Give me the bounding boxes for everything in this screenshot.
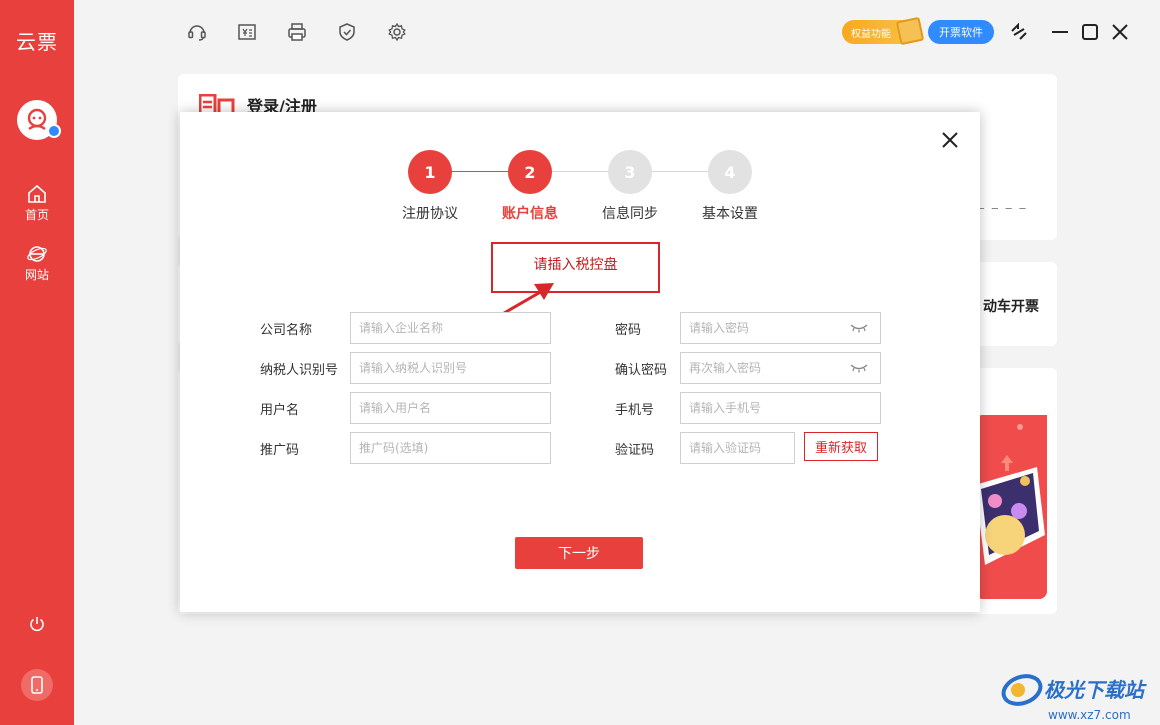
sidebar: 云票 首页 网站 xyxy=(0,0,74,725)
step-number: 4 xyxy=(708,150,752,194)
register-dialog: 1 注册协议 2 账户信息 3 信息同步 4 基本设置 请插入税控盘 公司名称 … xyxy=(180,112,980,612)
phone-input[interactable] xyxy=(680,392,881,424)
close-icon xyxy=(942,132,958,148)
app-brand: 云票 xyxy=(16,30,58,54)
password-visibility-toggle[interactable] xyxy=(849,321,869,335)
maximize-icon xyxy=(1082,24,1098,40)
mobile-button[interactable] xyxy=(0,669,74,701)
background-right-text: 动车开票 xyxy=(983,299,1039,315)
sidebar-item-label: 网站 xyxy=(24,268,49,282)
step-account-info: 2 账户信息 xyxy=(490,150,570,223)
step-label: 信息同步 xyxy=(602,206,658,222)
step-number: 2 xyxy=(508,150,552,194)
switch-badge-icon xyxy=(47,124,61,138)
background-dashes: _ _ _ _ xyxy=(978,195,1028,209)
promo-banner[interactable] xyxy=(975,415,1047,599)
confirm-visibility-toggle[interactable] xyxy=(849,361,869,375)
company-name-label: 公司名称 xyxy=(260,323,313,338)
step-info-sync: 3 信息同步 xyxy=(590,150,670,223)
promo-illustration xyxy=(975,415,1047,599)
switch-mode-button[interactable] xyxy=(1008,21,1030,43)
minimize-button[interactable] xyxy=(1049,21,1071,43)
eye-closed-icon xyxy=(850,324,868,333)
next-step-button[interactable]: 下一步 xyxy=(515,537,643,569)
security-button[interactable] xyxy=(336,21,358,43)
invoice-software-button[interactable]: 开票软件 xyxy=(928,20,994,44)
watermark: 极光下载站 www.xz7.com xyxy=(1000,668,1144,722)
promo-code-label: 推广码 xyxy=(260,443,300,458)
confirm-password-label: 确认密码 xyxy=(615,363,668,378)
sidebar-item-website[interactable]: 网站 xyxy=(0,244,74,283)
power-button[interactable] xyxy=(0,615,74,633)
avatar[interactable] xyxy=(17,100,61,140)
verify-code-label: 验证码 xyxy=(615,443,655,458)
gear-icon xyxy=(388,22,406,42)
invoice-button[interactable] xyxy=(236,21,258,43)
settings-button[interactable] xyxy=(386,21,408,43)
watermark-url: www.xz7.com xyxy=(1048,708,1131,722)
watermark-text: 极光下载站 xyxy=(1044,677,1144,702)
verify-code-input[interactable] xyxy=(680,432,795,464)
dialog-close-button[interactable] xyxy=(940,130,960,150)
step-basic-settings: 4 基本设置 xyxy=(690,150,770,223)
step-number: 1 xyxy=(408,150,452,194)
step-label: 账户信息 xyxy=(502,206,558,222)
step-label: 基本设置 xyxy=(702,206,758,222)
password-label: 密码 xyxy=(615,323,642,338)
window-close-button[interactable] xyxy=(1109,21,1131,43)
phone-label: 手机号 xyxy=(615,403,655,418)
step-label: 注册协议 xyxy=(402,206,458,222)
eye-closed-icon xyxy=(850,364,868,373)
invoice-icon xyxy=(238,24,256,40)
username-label: 用户名 xyxy=(260,403,300,418)
step-number: 3 xyxy=(608,150,652,194)
shield-icon xyxy=(339,23,355,41)
support-button[interactable] xyxy=(186,21,208,43)
username-input[interactable] xyxy=(350,392,551,424)
maximize-button[interactable] xyxy=(1079,21,1101,43)
gift-icon xyxy=(895,16,925,46)
company-name-input[interactable] xyxy=(350,312,551,344)
watermark-logo xyxy=(1001,674,1043,706)
tax-id-input[interactable] xyxy=(350,352,551,384)
sidebar-item-home[interactable]: 首页 xyxy=(0,184,74,223)
step-agreement: 1 注册协议 xyxy=(390,150,470,223)
resend-code-button[interactable]: 重新获取 xyxy=(804,432,878,461)
benefit-button[interactable]: 权益功能 xyxy=(842,16,925,46)
home-icon xyxy=(28,184,46,203)
swap-icon xyxy=(1011,23,1027,40)
sidebar-item-label: 首页 xyxy=(24,208,49,222)
phone-icon xyxy=(31,676,43,694)
tax-id-label: 纳税人识别号 xyxy=(260,363,339,378)
print-button[interactable] xyxy=(286,21,308,43)
printer-icon xyxy=(288,23,306,41)
close-icon xyxy=(1112,24,1128,40)
browser-icon xyxy=(27,246,47,262)
benefit-label: 权益功能 xyxy=(851,28,891,40)
promo-code-input[interactable] xyxy=(350,432,551,464)
power-icon xyxy=(30,617,44,632)
minimize-icon xyxy=(1052,31,1068,33)
headset-icon xyxy=(188,25,206,41)
